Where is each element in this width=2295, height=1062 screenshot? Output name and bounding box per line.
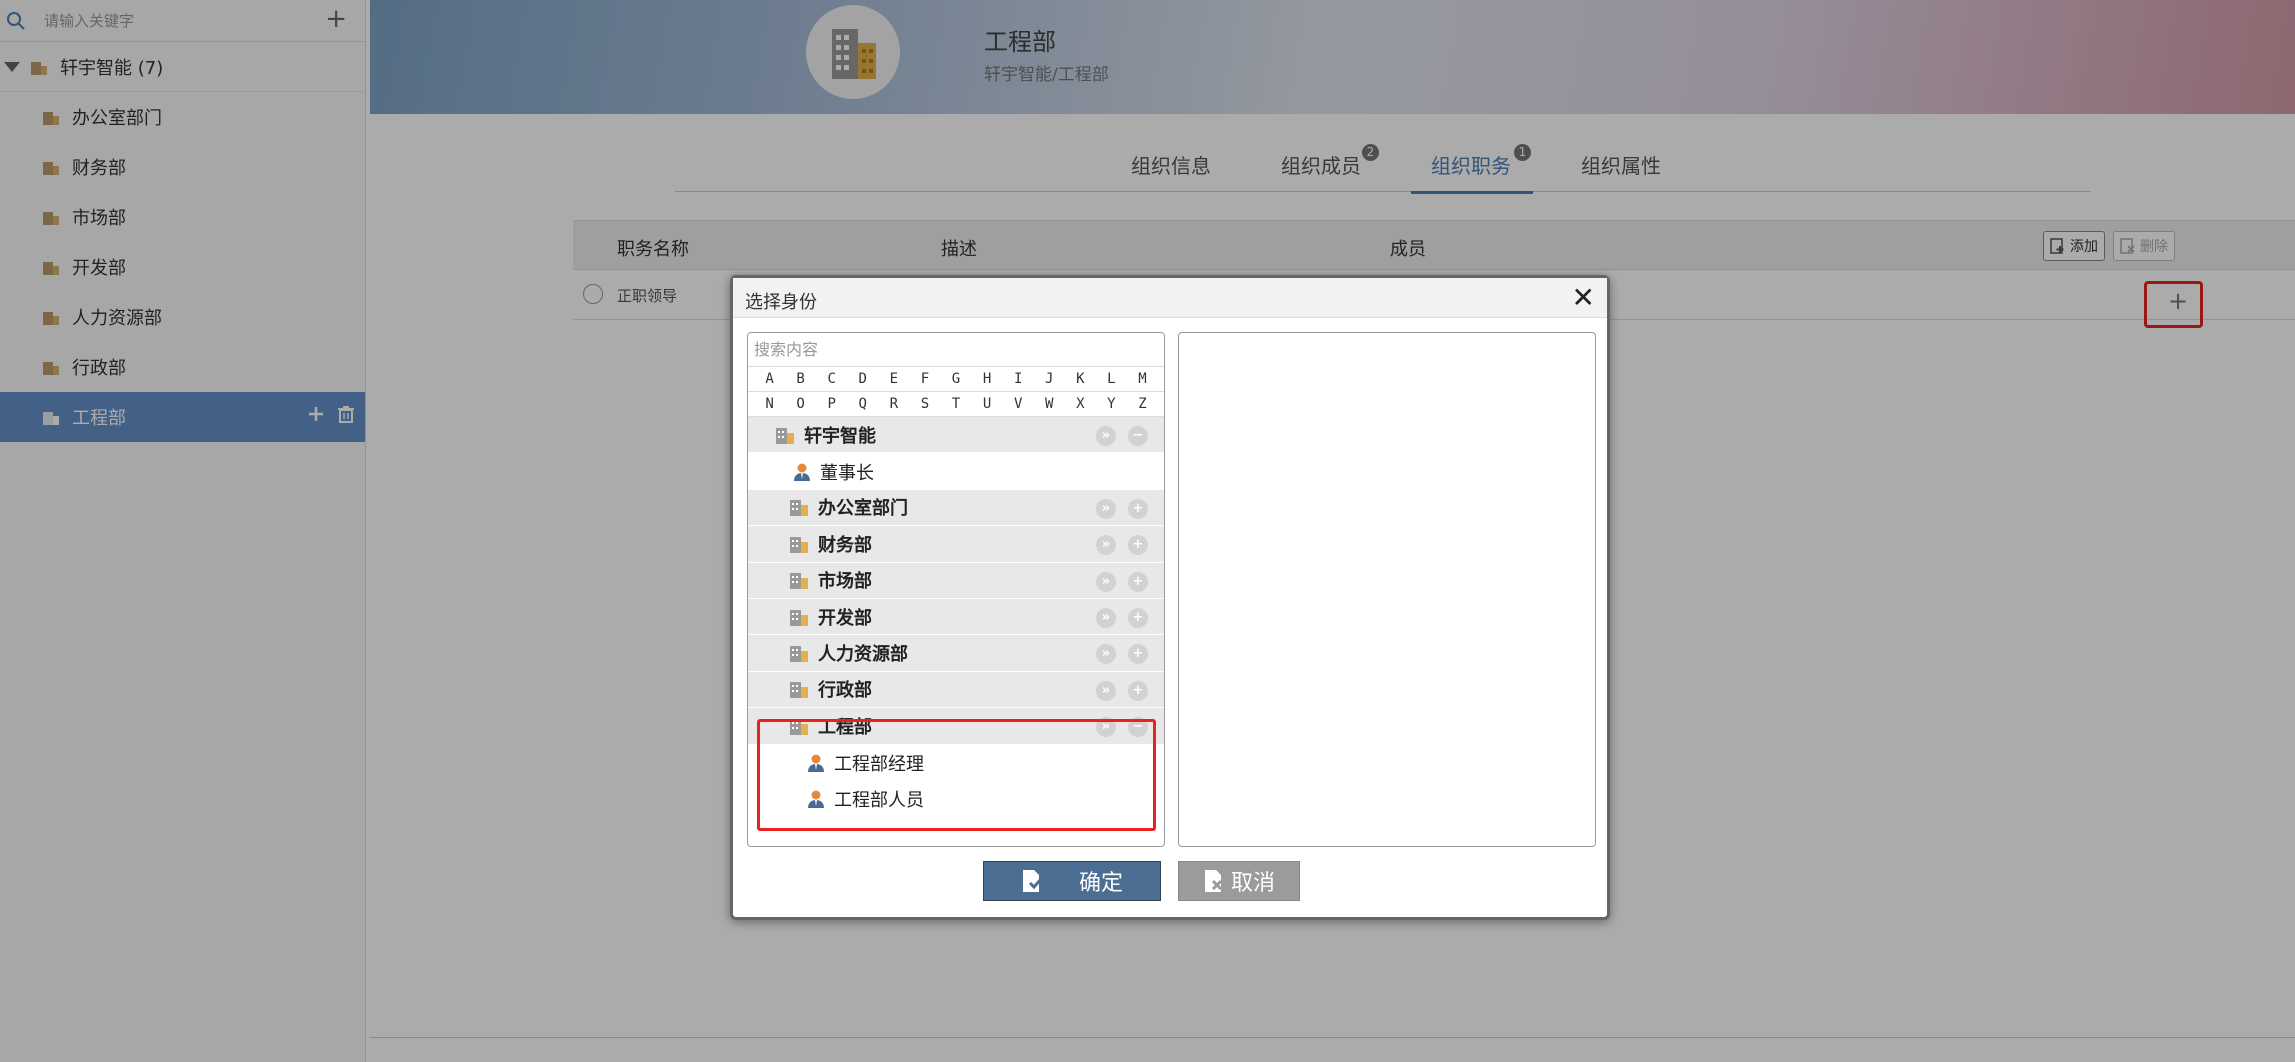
collapse-icon[interactable]: − bbox=[1128, 717, 1148, 738]
select-all-icon[interactable]: » bbox=[1096, 717, 1116, 738]
node-label: 轩宇智能 bbox=[804, 425, 876, 447]
alpha-letter[interactable]: V bbox=[1003, 396, 1034, 412]
node-label: 行政部 bbox=[818, 680, 872, 702]
expand-icon[interactable]: + bbox=[1128, 607, 1148, 628]
alpha-letter[interactable]: K bbox=[1065, 371, 1096, 387]
alpha-letter[interactable]: B bbox=[785, 371, 816, 387]
alpha-letter[interactable]: N bbox=[754, 396, 785, 412]
confirm-button[interactable]: 确定 bbox=[983, 861, 1161, 901]
alpha-letter[interactable]: G bbox=[940, 371, 971, 387]
org-tree-pane: ABCDEFGHIJKLM NOPQRSTUVWXYZ 轩宇智能 »− 董事长 … bbox=[747, 332, 1165, 847]
alpha-letter[interactable]: O bbox=[785, 396, 816, 412]
alpha-letter[interactable]: R bbox=[878, 396, 909, 412]
building-icon bbox=[790, 609, 808, 626]
alpha-letter[interactable]: T bbox=[940, 396, 971, 412]
tree-node-org[interactable]: 人力资源部 » + bbox=[748, 635, 1164, 672]
selected-pane[interactable] bbox=[1178, 332, 1596, 847]
alpha-letter[interactable]: U bbox=[972, 396, 1003, 412]
expand-icon[interactable]: + bbox=[1128, 535, 1148, 556]
node-label: 董事长 bbox=[820, 462, 874, 484]
select-all-icon[interactable]: » bbox=[1096, 571, 1116, 592]
alpha-letter[interactable]: H bbox=[972, 371, 1003, 387]
close-icon[interactable]: ✕ bbox=[1572, 281, 1595, 314]
select-all-icon[interactable]: » bbox=[1096, 644, 1116, 665]
tree-node-org[interactable]: 行政部 » + bbox=[748, 671, 1164, 709]
dialog-search-input[interactable] bbox=[748, 333, 1164, 367]
node-label: 办公室部门 bbox=[818, 498, 908, 520]
tree-node-person[interactable]: 董事长 bbox=[748, 453, 1164, 490]
tree-node-org[interactable]: 财务部 » + bbox=[748, 526, 1164, 563]
building-icon bbox=[776, 427, 794, 444]
node-label: 人力资源部 bbox=[818, 644, 908, 666]
alpha-letter[interactable]: F bbox=[909, 371, 940, 387]
node-label: 工程部人员 bbox=[834, 790, 924, 812]
alpha-letter[interactable]: L bbox=[1096, 371, 1127, 387]
node-label: 工程部 bbox=[818, 716, 872, 738]
tree-node-org[interactable]: 开发部 » + bbox=[748, 598, 1164, 636]
alpha-letter[interactable]: I bbox=[1003, 371, 1034, 387]
select-all-icon[interactable]: » bbox=[1096, 535, 1116, 556]
select-all-icon[interactable]: » bbox=[1096, 426, 1116, 446]
cancel-doc-icon bbox=[1204, 870, 1223, 892]
expand-icon[interactable]: + bbox=[1128, 498, 1148, 519]
select-identity-dialog: 选择身份 ✕ ABCDEFGHIJKLM NOPQRSTUVWXYZ 轩宇智能 … bbox=[730, 275, 1610, 920]
alpha-letter[interactable]: A bbox=[754, 371, 785, 387]
tree-node-org[interactable]: 办公室部门 » + bbox=[748, 489, 1164, 527]
alpha-letter[interactable]: J bbox=[1034, 371, 1065, 387]
building-icon bbox=[790, 646, 808, 663]
node-label: 财务部 bbox=[818, 534, 872, 556]
building-icon bbox=[790, 682, 808, 699]
person-icon bbox=[808, 790, 824, 809]
collapse-icon[interactable]: − bbox=[1128, 426, 1148, 446]
alpha-letter[interactable]: Y bbox=[1096, 396, 1127, 412]
cancel-label: 取消 bbox=[1230, 871, 1275, 896]
alpha-filter-row: ABCDEFGHIJKLM bbox=[748, 367, 1164, 392]
building-icon bbox=[790, 536, 808, 553]
alpha-letter[interactable]: C bbox=[816, 371, 847, 387]
building-icon bbox=[790, 500, 808, 517]
person-icon bbox=[794, 463, 810, 481]
tree-node-person[interactable]: 工程部人员 bbox=[748, 780, 1164, 818]
tree-node-person[interactable]: 工程部经理 bbox=[748, 744, 1164, 781]
building-icon bbox=[790, 573, 808, 590]
node-label: 开发部 bbox=[818, 607, 872, 629]
alpha-letter[interactable]: X bbox=[1065, 396, 1096, 412]
dialog-title: 选择身份 bbox=[745, 292, 817, 313]
confirm-label: 确定 bbox=[1078, 871, 1123, 896]
tree-node-org-expanded[interactable]: 工程部 » − bbox=[748, 708, 1164, 745]
expand-icon[interactable]: + bbox=[1128, 644, 1148, 665]
alpha-letter[interactable]: E bbox=[878, 371, 909, 387]
alpha-letter[interactable]: D bbox=[847, 371, 878, 387]
alpha-letter[interactable]: W bbox=[1034, 396, 1065, 412]
cancel-button[interactable]: 取消 bbox=[1178, 861, 1300, 901]
alpha-letter[interactable]: Q bbox=[847, 396, 878, 412]
expand-icon[interactable]: + bbox=[1128, 571, 1148, 592]
confirm-doc-icon bbox=[1022, 870, 1043, 892]
select-all-icon[interactable]: » bbox=[1096, 680, 1116, 701]
building-icon bbox=[790, 718, 808, 735]
person-icon bbox=[808, 754, 824, 772]
tree-node-org[interactable]: 市场部 » + bbox=[748, 562, 1164, 599]
node-label: 工程部经理 bbox=[834, 753, 924, 775]
alpha-filter-row: NOPQRSTUVWXYZ bbox=[748, 392, 1164, 417]
dialog-header: 选择身份 ✕ bbox=[733, 278, 1607, 318]
alpha-letter[interactable]: P bbox=[816, 396, 847, 412]
alpha-letter[interactable]: S bbox=[909, 396, 940, 412]
select-all-icon[interactable]: » bbox=[1096, 607, 1116, 628]
select-all-icon[interactable]: » bbox=[1096, 498, 1116, 519]
alpha-letter[interactable]: M bbox=[1127, 371, 1158, 387]
node-label: 市场部 bbox=[818, 571, 872, 593]
alpha-letter[interactable]: Z bbox=[1127, 396, 1158, 412]
expand-icon[interactable]: + bbox=[1128, 680, 1148, 701]
tree-node-org[interactable]: 轩宇智能 » − bbox=[748, 417, 1164, 454]
